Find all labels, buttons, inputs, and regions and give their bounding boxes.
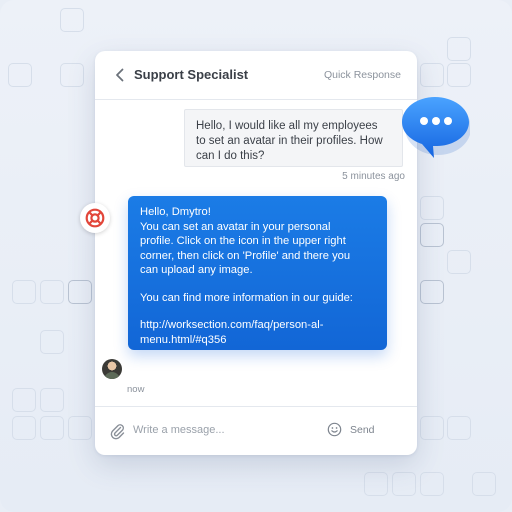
bg-tile	[420, 196, 444, 220]
chevron-left-icon[interactable]	[111, 66, 129, 84]
bg-tile	[40, 416, 64, 440]
message-line: corner, then click on 'Profile' and ther…	[140, 249, 351, 262]
bg-tile	[60, 8, 84, 32]
bg-tile	[12, 280, 36, 304]
chat-header: Support Specialist Quick Response	[95, 51, 417, 100]
bg-tile	[447, 250, 471, 274]
guide-link[interactable]: menu.html/#q356	[140, 333, 377, 348]
bg-tile	[364, 472, 388, 496]
support-avatar	[80, 203, 110, 233]
smiley-icon[interactable]	[327, 422, 342, 437]
bg-tile	[40, 330, 64, 354]
message-line: Hello, Dmytro!	[140, 206, 211, 218]
bg-tile	[68, 280, 92, 304]
bg-tile	[420, 416, 444, 440]
avatar	[102, 359, 122, 379]
message-spacer	[140, 305, 377, 318]
bg-tile	[40, 280, 64, 304]
bg-tile	[392, 472, 416, 496]
bg-tile	[472, 472, 496, 496]
message-line: You can set an avatar in your personal	[140, 220, 331, 233]
guide-link[interactable]: http://worksection.com/faq/person-al-	[140, 318, 377, 333]
bg-tile	[12, 416, 36, 440]
paperclip-icon[interactable]	[109, 422, 125, 440]
lifebuoy-icon	[85, 208, 105, 228]
bg-tile	[420, 472, 444, 496]
message-line: profile. Click on the icon in the upper …	[140, 235, 346, 247]
bg-tile	[447, 416, 471, 440]
bg-tile	[68, 416, 92, 440]
message-input[interactable]	[133, 420, 313, 440]
bg-tile	[40, 388, 64, 412]
message-timestamp: now	[127, 384, 145, 395]
user-message: Hello, I would like all my employees to …	[184, 109, 403, 167]
bg-tile	[420, 63, 444, 87]
bg-tile	[447, 37, 471, 61]
bg-tile	[420, 280, 444, 304]
chat-window: Support Specialist Quick Response Hello,…	[80, 51, 417, 456]
bg-tile	[8, 63, 32, 87]
send-button[interactable]: Send	[350, 424, 375, 436]
message-spacer	[140, 278, 377, 291]
message-timestamp: 5 minutes ago	[342, 171, 405, 182]
bg-tile	[12, 388, 36, 412]
message-line: can I do this?	[196, 150, 265, 162]
bg-tile	[60, 63, 84, 87]
message-line: to set an avatar in their profiles. How	[196, 135, 383, 147]
avatar-shirt	[104, 372, 120, 379]
chat-bubble-icon	[402, 97, 470, 158]
bg-tile	[447, 63, 471, 87]
message-composer: Send	[95, 406, 417, 456]
chat-title: Support Specialist	[134, 67, 249, 82]
message-line: Hello, I would like all my employees	[196, 120, 378, 132]
agent-message: Hello, Dmytro! You can set an avatar in …	[128, 196, 387, 350]
message-line: You can find more information in our gui…	[140, 291, 353, 304]
quick-response-button[interactable]: Quick Response	[324, 69, 401, 81]
bg-tile	[420, 223, 444, 247]
message-line: can upload any image.	[140, 264, 253, 276]
